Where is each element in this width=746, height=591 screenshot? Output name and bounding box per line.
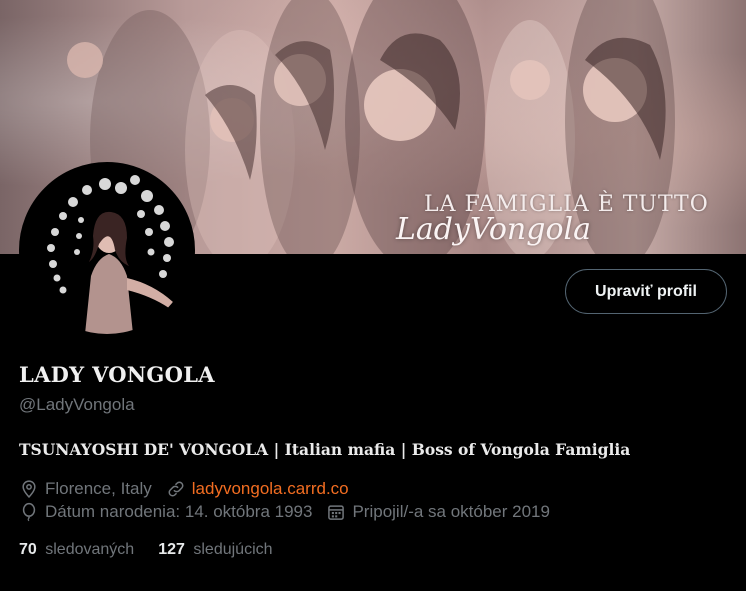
- followers-count: 127: [158, 541, 185, 558]
- calendar-icon: [328, 505, 345, 520]
- profile-meta-row-2: Dátum narodenia: 14. októbra 1993 Pripoj…: [19, 502, 564, 522]
- banner-signature: LadyVongola: [396, 212, 591, 247]
- balloon-icon: [22, 502, 36, 522]
- location-text: Florence, Italy: [45, 479, 152, 498]
- user-handle: @LadyVongola: [19, 395, 135, 414]
- website-item[interactable]: ladyvongola.carrd.co: [166, 479, 349, 499]
- followers-link[interactable]: 127 sledujúcich: [158, 541, 272, 559]
- avatar[interactable]: [19, 162, 195, 338]
- joined-text: Pripojil/-a sa október 2019: [352, 502, 550, 521]
- follow-stats: 70 sledovaných 127 sledujúcich: [19, 541, 297, 559]
- birthday-text: Dátum narodenia: 14. októbra 1993: [45, 502, 313, 521]
- display-name: LADY VONGOLA: [19, 362, 215, 387]
- edit-profile-button[interactable]: Upraviť profil: [565, 269, 727, 314]
- location-item: Florence, Italy: [19, 479, 152, 499]
- link-icon: [168, 481, 184, 497]
- following-label: sledovaných: [45, 541, 135, 558]
- location-pin-icon: [22, 480, 36, 498]
- joined-item: Pripojil/-a sa október 2019: [326, 502, 550, 522]
- following-link[interactable]: 70 sledovaných: [19, 541, 134, 559]
- profile-bio: TSUNAYOSHI DE' VONGOLA | Italian mafia |…: [19, 440, 631, 459]
- following-count: 70: [19, 541, 37, 558]
- profile-meta-row-1: Florence, Italy ladyvongola.carrd.co: [19, 479, 363, 499]
- avatar-image: [23, 166, 191, 334]
- website-link[interactable]: ladyvongola.carrd.co: [192, 479, 349, 499]
- followers-label: sledujúcich: [193, 541, 273, 558]
- birthday-item: Dátum narodenia: 14. októbra 1993: [19, 502, 312, 522]
